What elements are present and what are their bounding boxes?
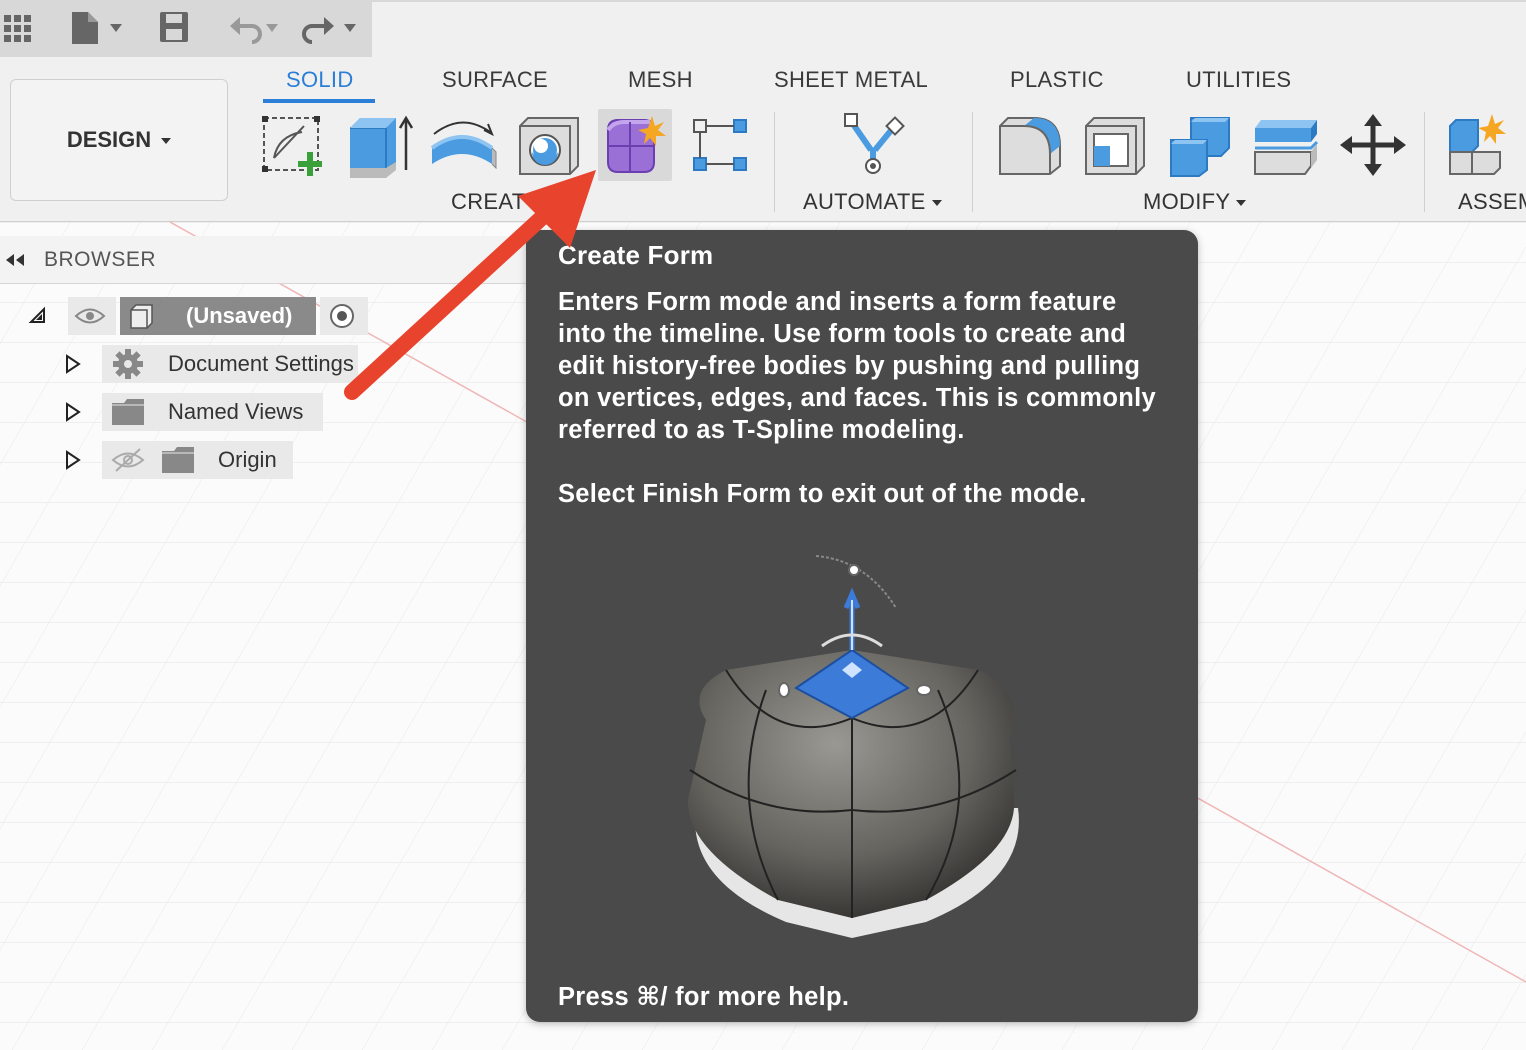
create-form-tooltip: Create Form Enters Form mode and inserts… <box>526 230 1198 1022</box>
tab-solid[interactable]: SOLID <box>286 67 354 93</box>
chevron-down-icon <box>1236 200 1247 206</box>
press-pull-icon <box>999 117 1061 175</box>
extrude-icon <box>350 115 414 178</box>
tab-mesh[interactable]: MESH <box>628 67 693 93</box>
root-component-chip[interactable]: (Unsaved) <box>120 297 316 335</box>
move-copy-button[interactable] <box>1336 109 1410 181</box>
new-component-icon <box>1449 114 1506 175</box>
hole-button[interactable] <box>512 109 586 181</box>
automate-label-text: AUTOMATE <box>803 189 926 214</box>
workspace-label: DESIGN <box>66 127 152 152</box>
workspace-switcher[interactable]: DESIGN <box>10 79 228 201</box>
extrude-button[interactable] <box>342 109 416 181</box>
browser-header: BROWSER <box>0 236 540 284</box>
combine-button[interactable] <box>1164 109 1238 181</box>
tooltip-description: Enters Form mode and inserts a form feat… <box>558 288 1156 444</box>
chevron-down-icon <box>931 200 942 206</box>
save-icon[interactable] <box>158 8 192 46</box>
activate-component-radio[interactable] <box>320 297 368 335</box>
tree-item-label: Named Views <box>168 399 304 424</box>
shell-icon <box>1085 117 1145 175</box>
group-modify-label[interactable]: MODIFY <box>1143 189 1247 215</box>
file-icon[interactable] <box>68 8 126 46</box>
new-component-button[interactable] <box>1442 109 1516 181</box>
tooltip-exit-hint: Select Finish Form to exit out of the mo… <box>558 480 1087 508</box>
group-assemble-label[interactable]: ASSEM <box>1458 189 1526 215</box>
visibility-toggle[interactable] <box>68 297 116 335</box>
derive-icon <box>693 119 747 171</box>
tree-item-origin[interactable]: Origin <box>64 440 293 480</box>
offset-face-icon <box>1254 120 1319 175</box>
create-form-button[interactable] <box>598 109 672 181</box>
combine-icon <box>1170 117 1230 177</box>
toolbar-ribbon: DESIGN SOLID SURFACE MESH SHEET METAL PL… <box>0 57 1526 222</box>
shell-button[interactable] <box>1078 109 1152 181</box>
eye-icon <box>74 308 106 324</box>
tree-item-label: Origin <box>218 447 277 472</box>
folder-icon <box>162 447 194 473</box>
quick-access-toolbar <box>0 0 372 57</box>
gear-icon <box>113 349 143 379</box>
t-spline-illustration <box>687 555 1019 938</box>
automate-icon <box>844 113 905 174</box>
create-sketch-button[interactable] <box>256 109 330 181</box>
tooltip-title: Create Form <box>558 240 714 270</box>
chevron-down-icon <box>161 138 172 144</box>
sketch-icon <box>262 116 322 176</box>
group-automate-label[interactable]: AUTOMATE <box>803 189 942 215</box>
create-form-icon <box>606 116 666 173</box>
apps-grid-icon[interactable] <box>2 8 34 46</box>
redo-icon[interactable] <box>300 8 362 46</box>
tree-item-document-settings[interactable]: Document Settings <box>64 344 358 384</box>
radio-icon <box>330 304 354 328</box>
root-component-name: (Unsaved) <box>186 303 293 328</box>
tab-surface[interactable]: SURFACE <box>442 67 548 93</box>
group-create-label[interactable]: CREAT <box>451 189 525 215</box>
group-separator <box>774 112 775 212</box>
title-strip <box>372 0 1526 57</box>
tab-sheet-metal[interactable]: SHEET METAL <box>774 67 928 93</box>
revolve-button[interactable] <box>426 109 500 181</box>
offset-face-button[interactable] <box>1250 109 1324 181</box>
component-icon <box>130 304 153 329</box>
browser-root-node[interactable]: (Unsaved) <box>28 296 368 336</box>
tree-item-chip: Named Views <box>102 393 324 431</box>
collapsed-triangle-icon[interactable] <box>64 353 82 375</box>
revolve-icon <box>430 121 497 170</box>
folder-icon <box>112 399 144 425</box>
group-separator <box>1424 112 1425 212</box>
tree-item-chip: Origin <box>102 441 293 479</box>
move-icon <box>1340 114 1406 176</box>
collapsed-triangle-icon[interactable] <box>64 401 82 423</box>
active-tab-indicator <box>263 99 375 103</box>
tree-item-chip: Document Settings <box>102 345 358 383</box>
derive-button[interactable] <box>684 109 758 181</box>
hole-icon <box>519 117 579 175</box>
modify-label-text: MODIFY <box>1143 189 1231 214</box>
tab-utilities[interactable]: UTILITIES <box>1186 67 1291 93</box>
hidden-eye-icon[interactable] <box>110 447 146 473</box>
collapsed-triangle-icon[interactable] <box>64 449 82 471</box>
undo-icon[interactable] <box>226 8 284 46</box>
automate-button[interactable] <box>836 109 910 181</box>
collapse-panel-icon[interactable] <box>4 252 26 268</box>
browser-title: BROWSER <box>44 247 157 271</box>
tab-plastic[interactable]: PLASTIC <box>1010 67 1104 93</box>
expanded-triangle-icon[interactable] <box>28 306 48 326</box>
tooltip-help-hint: Press ⌘/ for more help. <box>558 983 850 1011</box>
group-separator <box>972 112 973 212</box>
tree-item-label: Document Settings <box>168 351 354 376</box>
tree-item-named-views[interactable]: Named Views <box>64 392 324 432</box>
press-pull-button[interactable] <box>992 109 1066 181</box>
